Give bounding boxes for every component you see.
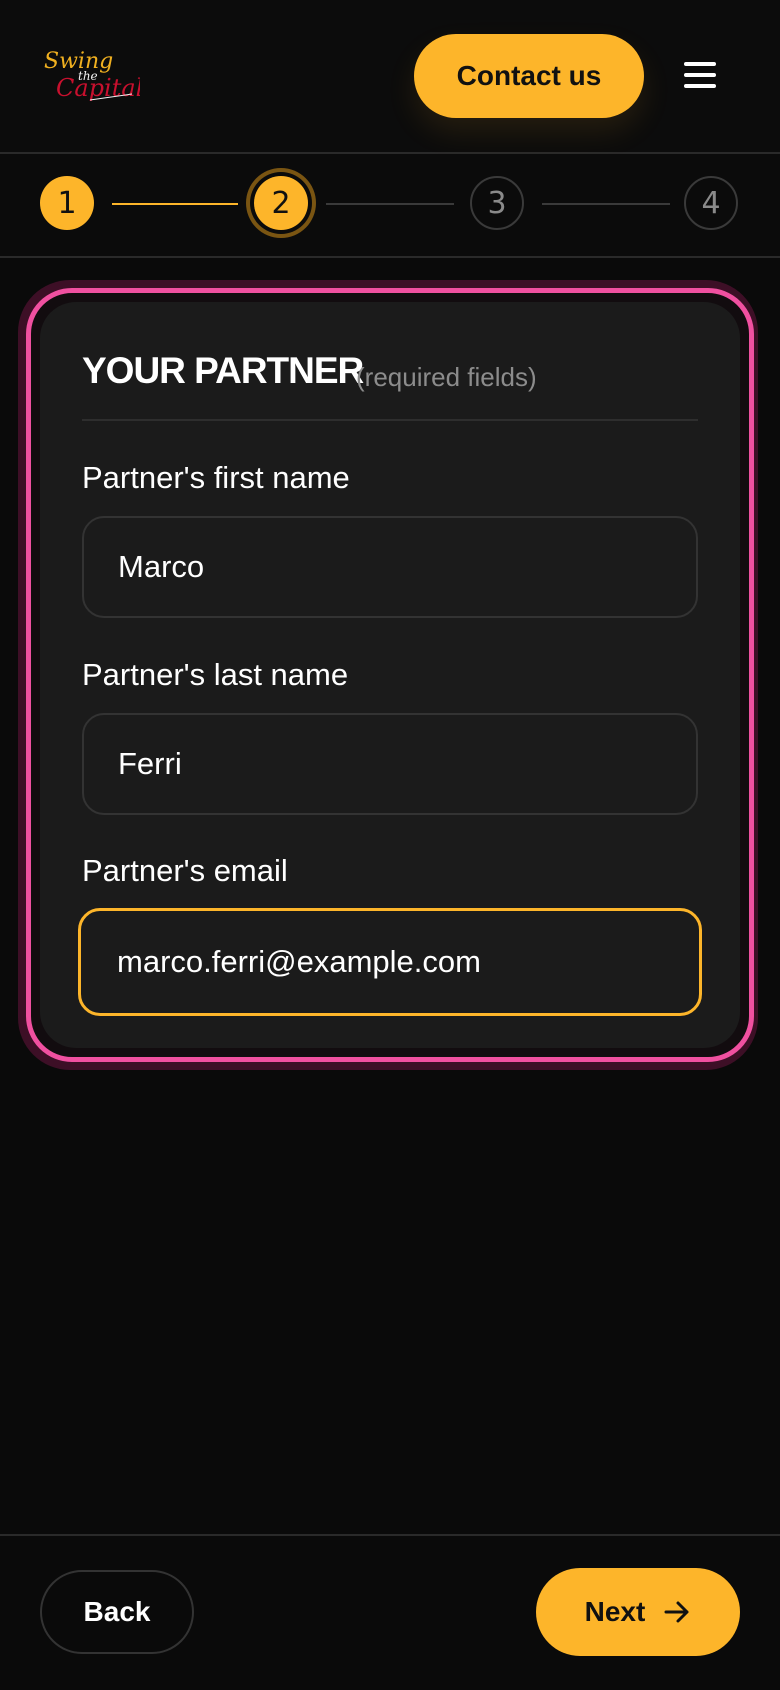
menu-bar xyxy=(684,62,716,66)
menu-bar xyxy=(684,73,716,77)
hamburger-menu-icon[interactable] xyxy=(684,62,716,88)
first-name-label: Partner's first name xyxy=(82,460,350,495)
step-connector xyxy=(542,203,670,205)
step-connector xyxy=(112,203,238,205)
contact-us-button[interactable]: Contact us xyxy=(414,34,644,118)
progress-stepper: 1 2 3 4 xyxy=(0,154,780,258)
svg-text:Capital: Capital xyxy=(56,74,140,102)
next-button[interactable]: Next xyxy=(536,1568,740,1656)
step-connector xyxy=(326,203,454,205)
title-divider xyxy=(82,419,698,421)
step-1-indicator[interactable]: 1 xyxy=(40,176,94,230)
step-4-indicator: 4 xyxy=(684,176,738,230)
back-button[interactable]: Back xyxy=(40,1570,194,1654)
last-name-label: Partner's last name xyxy=(82,657,349,692)
step-3-indicator: 3 xyxy=(470,176,524,230)
required-fields-note: (required fields) xyxy=(356,362,537,392)
site-header: Swing the Capital Contact us xyxy=(0,0,780,154)
email-label: Partner's email xyxy=(82,853,288,888)
next-button-label: Next xyxy=(584,1596,646,1627)
arrow-right-icon xyxy=(664,1601,689,1623)
first-name-field[interactable] xyxy=(82,516,698,618)
last-name-field[interactable] xyxy=(82,713,698,815)
swing-the-capital-logo[interactable]: Swing the Capital xyxy=(40,44,140,108)
step-2-indicator[interactable]: 2 xyxy=(254,176,308,230)
form-title: YOUR PARTNER xyxy=(82,350,364,391)
menu-bar xyxy=(684,84,716,88)
email-field[interactable] xyxy=(78,908,702,1016)
